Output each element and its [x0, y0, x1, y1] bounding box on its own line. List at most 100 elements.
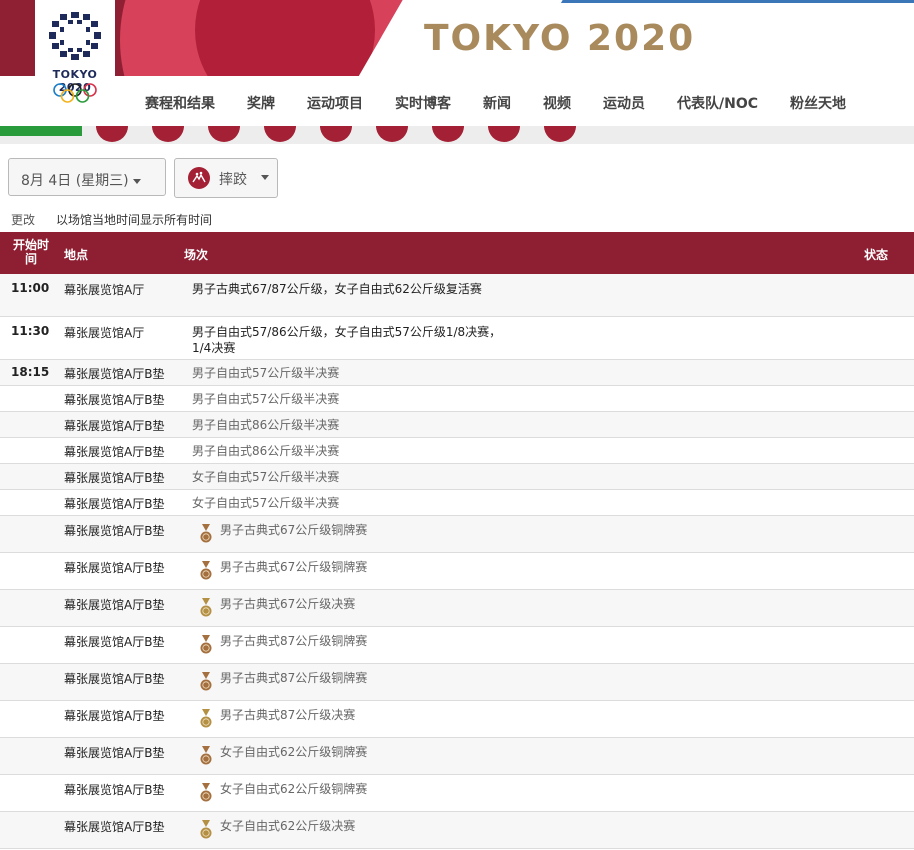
sport-shortcut-icon[interactable]	[544, 126, 576, 142]
change-timezone-link[interactable]: 更改	[11, 211, 35, 228]
row-session: 男子古典式67公斤级铜牌赛	[220, 560, 368, 574]
row-session: 男子古典式87公斤级铜牌赛	[220, 634, 368, 648]
table-row[interactable]: 幕张展览馆A厅B垫 女子自由式57公斤级半决赛	[0, 464, 914, 490]
schedule-table-header: 开始时间 地点 场次 状态	[0, 232, 914, 274]
row-session: 女子自由式57公斤级半决赛	[192, 496, 340, 510]
column-header-session: 场次	[184, 248, 209, 262]
column-header-time: 开始时间	[12, 238, 49, 266]
row-venue: 幕张展览馆A厅	[64, 326, 145, 340]
sport-shortcut-icon[interactable]	[488, 126, 520, 142]
row-venue: 幕张展览馆A厅B垫	[64, 367, 165, 381]
sport-shortcut-icon[interactable]	[264, 126, 296, 142]
table-row[interactable]: 18:15 幕张展览馆A厅B垫 男子自由式57公斤级半决赛	[0, 360, 914, 386]
sport-shortcut-icon[interactable]	[320, 126, 352, 142]
table-row[interactable]: 幕张展览馆A厅B垫 男子自由式57公斤级半决赛	[0, 386, 914, 412]
nav-item-athletes[interactable]: 运动员	[603, 93, 645, 113]
row-session: 男子古典式87公斤级铜牌赛	[220, 671, 368, 685]
table-row[interactable]: 幕张展览馆A厅B垫 男子古典式67公斤级决赛	[0, 590, 914, 627]
wrestling-icon	[188, 167, 210, 189]
row-session: 女子自由式57公斤级半决赛	[192, 470, 340, 484]
medal-icon	[200, 783, 212, 804]
tokyo-2020-emblem-icon	[49, 12, 101, 60]
timezone-note: 以场馆当地时间显示所有时间	[56, 213, 213, 227]
brand-title[interactable]: TOKYO 2020	[424, 18, 695, 59]
table-row[interactable]: 幕张展览馆A厅B垫 女子自由式62公斤级铜牌赛	[0, 738, 914, 775]
row-venue: 幕张展览馆A厅B垫	[64, 445, 165, 459]
row-venue: 幕张展览馆A厅B垫	[64, 709, 165, 723]
nav-item-news[interactable]: 新闻	[483, 93, 511, 113]
main-nav: 赛程和结果 奖牌 运动项目 实时博客 新闻 视频 运动员 代表队/NOC 粉丝天…	[0, 76, 914, 126]
medal-icon	[200, 746, 212, 767]
nav-item-noc[interactable]: 代表队/NOC	[677, 93, 758, 113]
row-venue: 幕张展览馆A厅B垫	[64, 561, 165, 575]
row-session: 男子古典式87公斤级决赛	[220, 708, 356, 722]
row-start-time: 18:15	[11, 365, 50, 379]
row-session: 男子自由式86公斤级半决赛	[192, 444, 340, 458]
row-session: 男子古典式67/87公斤级，女子自由式62公斤级复活赛	[192, 282, 482, 296]
row-session: 男子自由式57/86公斤级，女子自由式57公斤级1/8决赛，1/4决赛	[192, 325, 502, 355]
nav-item-medals[interactable]: 奖牌	[247, 93, 275, 113]
nav-item-live-blog[interactable]: 实时博客	[395, 93, 451, 113]
row-session: 男子自由式57公斤级半决赛	[192, 392, 340, 406]
medal-icon	[200, 820, 212, 841]
row-session: 女子自由式62公斤级铜牌赛	[220, 782, 368, 796]
table-row[interactable]: 幕张展览馆A厅B垫 男子自由式86公斤级半决赛	[0, 438, 914, 464]
nav-item-fan-zone[interactable]: 粉丝天地	[790, 93, 846, 113]
strip-green-bar	[0, 126, 82, 136]
table-row[interactable]: 幕张展览馆A厅B垫 男子古典式67公斤级铜牌赛	[0, 516, 914, 553]
table-row[interactable]: 幕张展览馆A厅B垫 男子自由式86公斤级半决赛	[0, 412, 914, 438]
table-row[interactable]: 幕张展览馆A厅B垫 男子古典式67公斤级铜牌赛	[0, 553, 914, 590]
sports-icon-strip	[0, 126, 914, 144]
medal-icon	[200, 672, 212, 693]
sport-shortcut-icon[interactable]	[208, 126, 240, 142]
table-row[interactable]: 幕张展览馆A厅B垫 男子古典式87公斤级决赛	[0, 701, 914, 738]
date-select[interactable]: 8月 4日 (星期三)	[8, 158, 166, 196]
header-banner: TOKYO 2020	[0, 0, 914, 76]
olympic-rings-icon	[53, 83, 97, 103]
medal-icon	[200, 709, 212, 730]
table-row[interactable]: 幕张展览馆A厅B垫 男子古典式87公斤级铜牌赛	[0, 627, 914, 664]
sport-shortcut-icon[interactable]	[152, 126, 184, 142]
logo[interactable]: TOKYO 2020	[35, 0, 115, 122]
row-venue: 幕张展览馆A厅B垫	[64, 820, 165, 834]
table-row[interactable]: 幕张展览馆A厅B垫 女子自由式62公斤级铜牌赛	[0, 775, 914, 812]
row-venue: 幕张展览馆A厅B垫	[64, 598, 165, 612]
date-select-label: 8月 4日 (星期三)	[21, 173, 129, 189]
banner-crimson-shape	[195, 0, 375, 76]
row-venue: 幕张展览馆A厅B垫	[64, 419, 165, 433]
row-session: 男子自由式86公斤级半决赛	[192, 418, 340, 432]
table-row[interactable]: 11:30 幕张展览馆A厅 男子自由式57/86公斤级，女子自由式57公斤级1/8决…	[0, 317, 914, 360]
row-session: 女子自由式62公斤级铜牌赛	[220, 745, 368, 759]
sport-shortcut-icon[interactable]	[376, 126, 408, 142]
sport-shortcut-icon[interactable]	[96, 126, 128, 142]
table-row[interactable]: 幕张展览馆A厅B垫 女子自由式62公斤级决赛	[0, 812, 914, 849]
nav-item-schedule[interactable]: 赛程和结果	[145, 93, 215, 113]
row-session: 男子古典式67公斤级铜牌赛	[220, 523, 368, 537]
sport-select[interactable]: 摔跤	[174, 158, 278, 198]
medal-icon	[200, 635, 212, 656]
table-row[interactable]: 幕张展览馆A厅B垫 女子自由式57公斤级半决赛	[0, 490, 914, 516]
column-header-status: 状态	[864, 248, 889, 262]
row-venue: 幕张展览馆A厅B垫	[64, 471, 165, 485]
medal-icon	[200, 561, 212, 582]
sport-select-label: 摔跤	[219, 172, 247, 188]
row-venue: 幕张展览馆A厅B垫	[64, 783, 165, 797]
row-venue: 幕张展览馆A厅B垫	[64, 393, 165, 407]
row-venue: 幕张展览馆A厅B垫	[64, 672, 165, 686]
row-venue: 幕张展览馆A厅	[64, 283, 145, 297]
sport-shortcut-icon[interactable]	[432, 126, 464, 142]
row-session: 女子自由式62公斤级决赛	[220, 819, 356, 833]
nav-item-videos[interactable]: 视频	[543, 93, 571, 113]
table-row[interactable]: 幕张展览馆A厅B垫 男子古典式87公斤级铜牌赛	[0, 664, 914, 701]
row-start-time: 11:30	[11, 324, 50, 338]
row-venue: 幕张展览馆A厅B垫	[64, 497, 165, 511]
row-session: 男子自由式57公斤级半决赛	[192, 366, 340, 380]
column-header-venue: 地点	[64, 248, 89, 262]
table-row[interactable]: 11:00 幕张展览馆A厅 男子古典式67/87公斤级，女子自由式62公斤级复活赛	[0, 274, 914, 317]
row-venue: 幕张展览馆A厅B垫	[64, 746, 165, 760]
caret-down-icon	[132, 178, 141, 184]
row-start-time: 11:00	[11, 281, 50, 295]
caret-down-icon	[261, 175, 269, 180]
nav-item-sports[interactable]: 运动项目	[307, 93, 363, 113]
medal-icon	[200, 524, 212, 545]
